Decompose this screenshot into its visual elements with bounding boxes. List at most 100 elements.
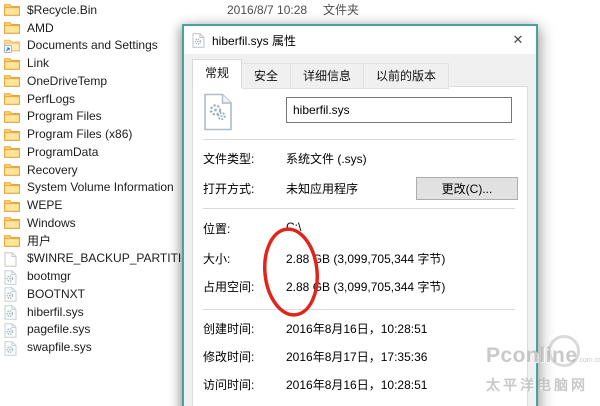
file-name: 用户 — [27, 234, 52, 249]
close-icon[interactable]: ✕ — [509, 31, 527, 49]
tab[interactable]: 以前的版本 — [364, 63, 450, 89]
property-value: 2016年8月16日，10:28:51 — [286, 378, 428, 392]
folder-icon — [4, 146, 20, 159]
folder-icon — [4, 164, 20, 176]
watermark-suffix: .com.cn — [577, 357, 600, 364]
general-tab-page: 文件类型: 系统文件 (.sys) 打开方式: 未知应用程序 位置: C:\ — [192, 86, 528, 406]
tab[interactable]: 安全 — [242, 63, 292, 89]
property-value: 2016年8月17日，17:35:36 — [286, 350, 428, 364]
file-type-icon — [4, 56, 21, 71]
property-value: C:\ — [286, 220, 302, 234]
folder-icon — [4, 93, 20, 105]
file-type-icon — [4, 109, 21, 124]
file-type-icon — [4, 304, 21, 320]
file-name: AMD — [27, 20, 54, 35]
property-value: 2.88 GB (3,099,705,344 字节) — [286, 280, 446, 294]
file-type-icon — [4, 144, 21, 159]
dialog-titlebar[interactable]: hiberfil.sys 属性 ✕ — [184, 26, 536, 54]
system-file-icon — [4, 269, 17, 285]
file-date-modified: 2016/8/7 10:28 — [227, 2, 308, 17]
property-row: 占用空间: 2.88 GB (3,099,705,344 字节) — [203, 278, 521, 295]
file-type-icon — [4, 198, 21, 213]
property-value: 未知应用程序 — [286, 182, 359, 196]
file-name: OneDriveTemp — [27, 73, 108, 88]
property-label: 占用空间: — [203, 280, 255, 294]
list-item[interactable]: $Recycle.Bin 2016/8/7 10:28 文件夹 — [4, 1, 600, 19]
file-type-icon — [4, 20, 21, 35]
file-type-label: 文件夹 — [323, 3, 360, 18]
property-row: 创建时间: 2016年8月16日，10:28:51 — [203, 320, 521, 337]
file-type-icon — [4, 322, 21, 338]
file-type-icon — [4, 162, 21, 177]
file-type-icon — [4, 251, 21, 267]
junction-folder-icon — [4, 39, 20, 53]
file-name: BOOTNXT — [27, 286, 86, 301]
tab[interactable]: 详细信息 — [291, 63, 365, 89]
property-label: 位置: — [203, 222, 231, 236]
folder-icon — [4, 4, 20, 17]
property-row: 访问时间: 2016年8月16日，10:28:51 — [203, 376, 521, 393]
property-value: 2.88 GB (3,099,705,344 字节) — [286, 252, 446, 266]
file-type-icon — [4, 340, 21, 356]
system-file-icon — [4, 287, 17, 303]
file-type-icon — [4, 38, 21, 53]
system-file-icon — [4, 340, 17, 356]
folder-icon — [4, 128, 20, 141]
folder-icon — [4, 22, 20, 34]
folder-icon — [4, 217, 20, 230]
file-name: ProgramData — [27, 144, 99, 159]
file-name: swapfile.sys — [27, 340, 92, 355]
file-name: PerfLogs — [27, 91, 76, 106]
file-name: System Volume Information — [27, 180, 174, 195]
folder-icon — [4, 199, 20, 212]
file-name: Link — [27, 56, 50, 71]
file-type-icon — [4, 2, 21, 17]
property-row: 修改时间: 2016年8月17日，17:35:36 — [203, 348, 521, 365]
dialog-tabs: 常规 安全 详细信息 以前的版本 — [192, 59, 450, 89]
screenshot-root: $Recycle.Bin 2016/8/7 10:28 文件夹 AMD Docu… — [0, 0, 600, 406]
folder-icon — [4, 111, 20, 123]
file-name: pagefile.sys — [27, 322, 91, 337]
dialog-title: hiberfil.sys 属性 — [212, 33, 297, 48]
folder-icon — [4, 235, 20, 247]
file-name: Windows — [27, 215, 76, 230]
file-type-icon — [4, 233, 21, 248]
file-name: Program Files — [27, 109, 102, 124]
system-file-icon — [4, 305, 17, 320]
properties-dialog: hiberfil.sys 属性 ✕ 常规 安全 详细信息 以前的版本 hiber… — [182, 24, 538, 406]
folder-icon — [4, 75, 20, 88]
file-name: Documents and Settings — [27, 38, 158, 53]
property-row: 文件类型: 系统文件 (.sys) — [203, 150, 521, 167]
property-rows: 文件类型: 系统文件 (.sys) 打开方式: 未知应用程序 位置: C:\ 大… — [193, 87, 527, 406]
property-label: 文件类型: — [203, 152, 255, 166]
file-type-icon — [4, 269, 21, 285]
property-value: 系统文件 (.sys) — [286, 152, 367, 166]
file-name: Program Files (x86) — [27, 127, 133, 142]
file-type-icon — [4, 73, 21, 88]
file-type-icon — [4, 286, 21, 303]
property-row: 位置: C:\ — [203, 220, 521, 237]
dialog-titlebar-icon — [192, 32, 205, 48]
property-label: 创建时间: — [203, 322, 255, 336]
file-name: $Recycle.Bin — [27, 2, 98, 17]
file-name: bootmgr — [27, 269, 72, 284]
folder-icon — [4, 182, 20, 194]
property-label: 修改时间: — [203, 350, 255, 364]
file-icon — [4, 252, 17, 267]
file-type-icon — [4, 127, 21, 142]
file-type-icon — [4, 215, 21, 230]
file-name: hiberfil.sys — [27, 304, 84, 319]
file-name: WEPE — [27, 198, 63, 213]
file-type-icon — [4, 180, 21, 195]
folder-icon — [4, 57, 20, 70]
property-label: 访问时间: — [203, 378, 255, 392]
file-type-icon — [4, 91, 21, 106]
property-value: 2016年8月16日，10:28:51 — [286, 322, 428, 336]
system-file-icon — [4, 323, 17, 338]
file-name: Recovery — [27, 162, 78, 177]
property-label: 大小: — [203, 252, 231, 266]
property-label: 打开方式: — [203, 182, 255, 196]
tab[interactable]: 常规 — [192, 59, 243, 88]
property-row: 大小: 2.88 GB (3,099,705,344 字节) — [203, 250, 521, 267]
change-button[interactable]: 更改(C)... — [416, 177, 518, 200]
